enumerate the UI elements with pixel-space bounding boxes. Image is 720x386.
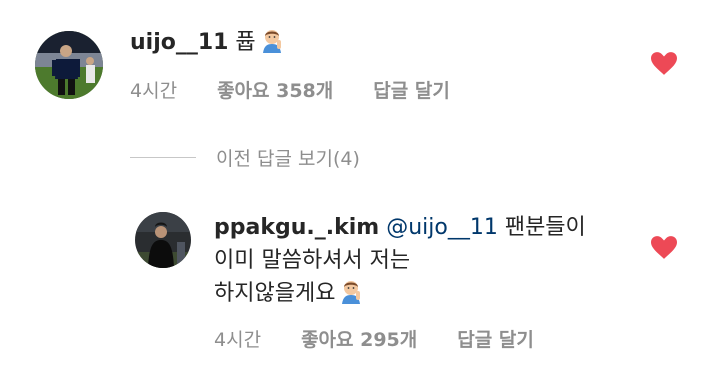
comment-body-line-2: 이미 말씀하셔서 저는 <box>214 248 411 273</box>
comment-meta: 4시간 좋아요 295개 답글 달기 <box>214 325 574 352</box>
comment-username[interactable]: ppakgu._.kim <box>214 215 379 240</box>
mention-link[interactable]: @uijo__11 <box>386 215 498 240</box>
avatar[interactable] <box>135 212 191 268</box>
person-gesturing-emoji-icon <box>337 277 365 305</box>
comment-text: ppakgu._.kim @uijo__11 팬분들이 이미 말씀하셔서 저는 … <box>214 211 614 310</box>
like-count[interactable]: 좋아요 358개 <box>217 76 333 103</box>
comment-body-line-1: 팬분들이 <box>504 215 586 240</box>
comment-username[interactable]: uijo__11 <box>130 30 228 55</box>
avatar[interactable] <box>35 31 103 99</box>
heart-icon[interactable] <box>651 52 677 75</box>
comment-time: 4시간 <box>214 329 262 351</box>
comment-body: 퓹 <box>235 30 256 55</box>
reply-button[interactable]: 답글 달기 <box>457 325 534 352</box>
like-count[interactable]: 좋아요 295개 <box>301 325 417 352</box>
view-replies-label: 이전 답글 보기(4) <box>216 148 360 170</box>
reply-button[interactable]: 답글 달기 <box>373 76 450 103</box>
comment-text: uijo__11 퓹 <box>130 26 286 59</box>
view-previous-replies[interactable]: 이전 답글 보기(4) <box>130 144 360 171</box>
comment-meta: 4시간 좋아요 358개 답글 달기 <box>130 76 490 103</box>
replies-divider <box>130 157 196 158</box>
comment-body-line-3: 하지않을게요 <box>214 281 336 306</box>
person-gesturing-emoji-icon <box>258 26 286 54</box>
comment-time: 4시간 <box>130 80 178 102</box>
heart-icon[interactable] <box>651 236 677 259</box>
